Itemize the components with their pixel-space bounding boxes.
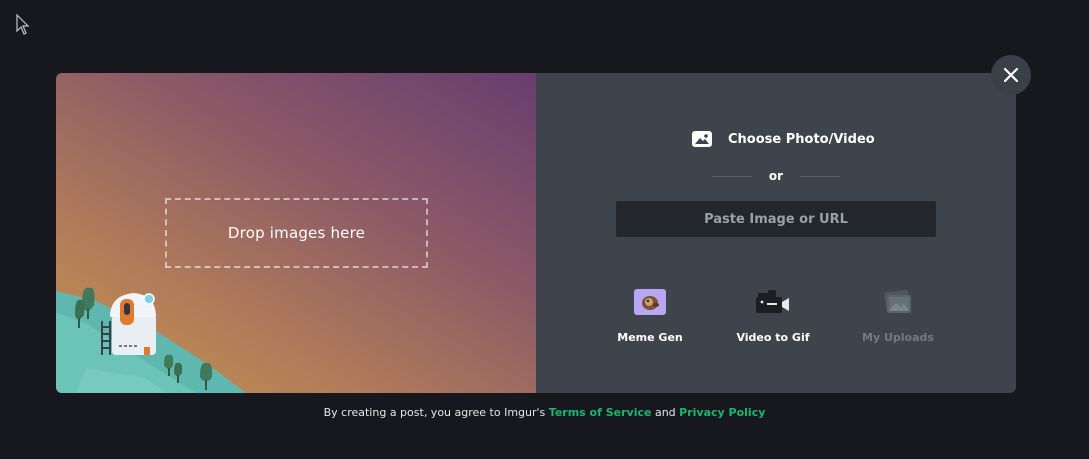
my-uploads-button[interactable]: My Uploads [843,287,953,344]
terms-and: and [654,406,676,419]
choose-photo-video-button[interactable]: Choose Photo/Video [692,131,875,147]
close-icon [1004,68,1018,82]
my-uploads-icon [884,289,911,313]
terms-notice: By creating a post, you agree to Imgur's… [0,406,1089,419]
choose-photo-video-label: Choose Photo/Video [728,131,875,147]
my-uploads-label: My Uploads [862,331,934,344]
terms-of-service-link[interactable]: Terms of Service [549,406,652,419]
upload-modal: Drop images here Choose Photo/Video or P… [56,73,1016,393]
privacy-policy-link[interactable]: Privacy Policy [679,406,765,419]
meme-gen-label: Meme Gen [617,331,683,344]
or-divider: or [712,169,840,183]
video-camera-icon [756,290,789,313]
terms-prefix: By creating a post, you agree to Imgur's [323,406,546,419]
observatory-illustration [56,287,246,393]
video-to-gif-button[interactable]: Video to Gif [718,287,828,344]
close-button[interactable] [991,55,1031,95]
meme-gen-icon [634,289,666,315]
paste-url-input[interactable]: Paste Image or URL [616,201,936,237]
divider-line-right [799,175,840,177]
mouse-cursor-icon [16,14,30,35]
or-label: or [768,169,784,183]
meme-gen-button[interactable]: Meme Gen [595,287,705,344]
image-icon [692,131,712,147]
paste-url-placeholder: Paste Image or URL [704,211,848,227]
drop-area[interactable]: Drop images here [56,73,536,393]
divider-line-left [712,175,752,177]
video-to-gif-label: Video to Gif [736,331,810,344]
dropzone[interactable]: Drop images here [165,198,428,268]
upload-options-panel: Choose Photo/Video or Paste Image or URL… [536,73,1016,393]
dropzone-label: Drop images here [227,224,366,242]
